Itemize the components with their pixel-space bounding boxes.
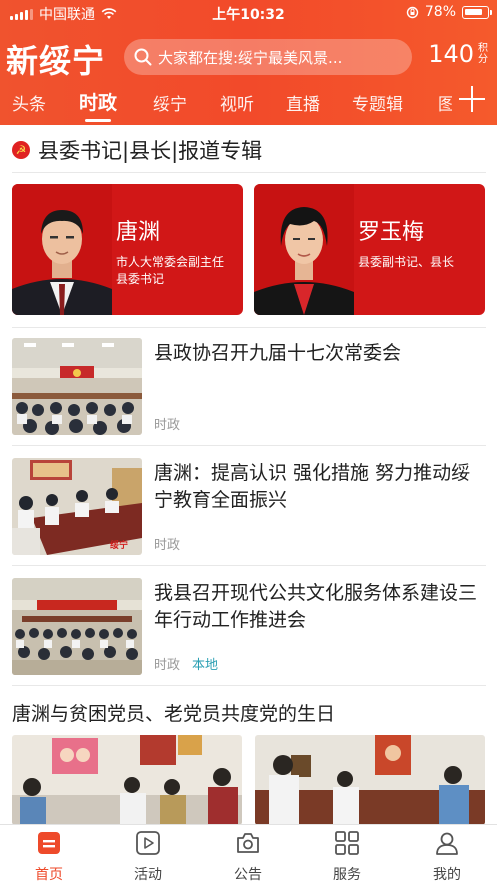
divider: [12, 327, 486, 328]
nav-label: 活动: [134, 867, 162, 883]
news-thumbnail: [12, 578, 142, 675]
tab-live[interactable]: 直播: [286, 90, 320, 115]
add-channel-icon[interactable]: [459, 86, 485, 112]
leader-name: 罗玉梅: [358, 220, 425, 245]
divider: [12, 685, 486, 686]
nav-home[interactable]: 首页: [19, 830, 79, 883]
section-title: 县委书记|县长|报道专辑: [38, 139, 263, 163]
search-placeholder: 大家都在搜:绥宁最美风景...: [158, 48, 343, 67]
news-item[interactable]: 我县召开现代公共文化服务体系建设三年行动工作推进会 时政 本地: [12, 578, 486, 675]
nav-announcements[interactable]: 公告: [218, 830, 278, 883]
section-header[interactable]: 县委书记|县长|报道专辑: [12, 135, 262, 165]
home-icon: [38, 832, 60, 854]
news-category: 时政: [154, 418, 181, 433]
feature-photo[interactable]: [255, 735, 485, 825]
search-icon: [134, 48, 152, 66]
search-bar[interactable]: 大家都在搜:绥宁最美风景...: [124, 39, 412, 75]
leader-title: 市人大常委会副主任 县委书记: [116, 255, 225, 286]
status-bar: 中国联通 上午10:32 78%: [0, 0, 497, 26]
news-meta: 时政: [154, 534, 180, 553]
nav-services[interactable]: 服务: [317, 830, 377, 883]
tab-headlines[interactable]: 头条: [12, 90, 46, 115]
news-meta: 时政: [154, 414, 180, 433]
news-item[interactable]: 县政协召开九届十七次常委会 时政: [12, 338, 486, 435]
news-meta: 时政 本地: [154, 654, 218, 673]
leader-portrait: [254, 184, 354, 315]
nav-activities[interactable]: 活动: [118, 830, 178, 883]
leader-name: 唐渊: [116, 220, 161, 245]
points-unit: 积分: [478, 43, 488, 65]
bottom-nav: 首页 活动 公告 服务 我的: [0, 824, 497, 883]
leader-card[interactable]: 唐渊 市人大常委会副主任 县委书记: [12, 184, 243, 315]
news-headline: 唐渊：提高认识 强化措施 努力推动绥宁教育全面振兴: [154, 462, 471, 511]
grid-icon: [335, 831, 359, 855]
tab-video[interactable]: 视听: [220, 90, 254, 115]
leader-card[interactable]: 罗玉梅 县委副书记、县长: [254, 184, 485, 315]
leader-title: 县委副书记、县长: [358, 255, 455, 269]
news-category: 时政: [154, 658, 181, 673]
divider: [12, 445, 486, 446]
nav-label: 公告: [234, 867, 262, 883]
divider: [12, 172, 486, 173]
points-value: 140: [428, 40, 474, 68]
nav-profile[interactable]: 我的: [417, 830, 477, 883]
channel-tabs: 头条 时政 绥宁 视听 直播 专题辑 图: [0, 84, 497, 122]
nav-label: 首页: [35, 867, 63, 883]
tab-suining[interactable]: 绥宁: [153, 90, 187, 115]
nav-label: 我的: [433, 867, 461, 883]
leader-portrait: [12, 184, 112, 315]
news-headline: 县政协召开九届十七次常委会: [154, 342, 402, 364]
thumbnail-watermark: 绥宁: [110, 539, 128, 551]
battery-icon: [462, 5, 492, 19]
news-category: 时政: [154, 538, 181, 553]
battery-percent: 78%: [424, 4, 456, 20]
tab-politics[interactable]: 时政: [79, 88, 117, 122]
rotation-lock-icon: [406, 6, 419, 18]
party-emblem-icon: [12, 141, 30, 159]
divider: [12, 565, 486, 566]
news-item[interactable]: 绥宁 唐渊：提高认识 强化措施 努力推动绥宁教育全面振兴 时政: [12, 458, 486, 555]
user-icon: [436, 832, 458, 855]
play-icon: [136, 831, 160, 855]
feature-headline[interactable]: 唐渊与贫困党员、老党员共度党的生日: [12, 699, 335, 726]
app-header: 中国联通 上午10:32 78% 新绥宁 大家都在搜:绥宁最美风景... 140…: [0, 0, 497, 125]
feature-photo[interactable]: [12, 735, 242, 825]
news-tag: 本地: [192, 658, 219, 673]
points-display[interactable]: 140 积分: [428, 40, 489, 68]
news-thumbnail: [12, 338, 142, 435]
tab-special[interactable]: 专题辑: [352, 90, 403, 115]
news-thumbnail: 绥宁: [12, 458, 142, 555]
app-logo[interactable]: 新绥宁: [6, 36, 105, 82]
news-headline: 我县召开现代公共文化服务体系建设三年行动工作推进会: [154, 582, 478, 631]
tab-pictures[interactable]: 图: [438, 90, 452, 115]
nav-label: 服务: [333, 867, 361, 883]
camera-icon: [237, 833, 259, 853]
